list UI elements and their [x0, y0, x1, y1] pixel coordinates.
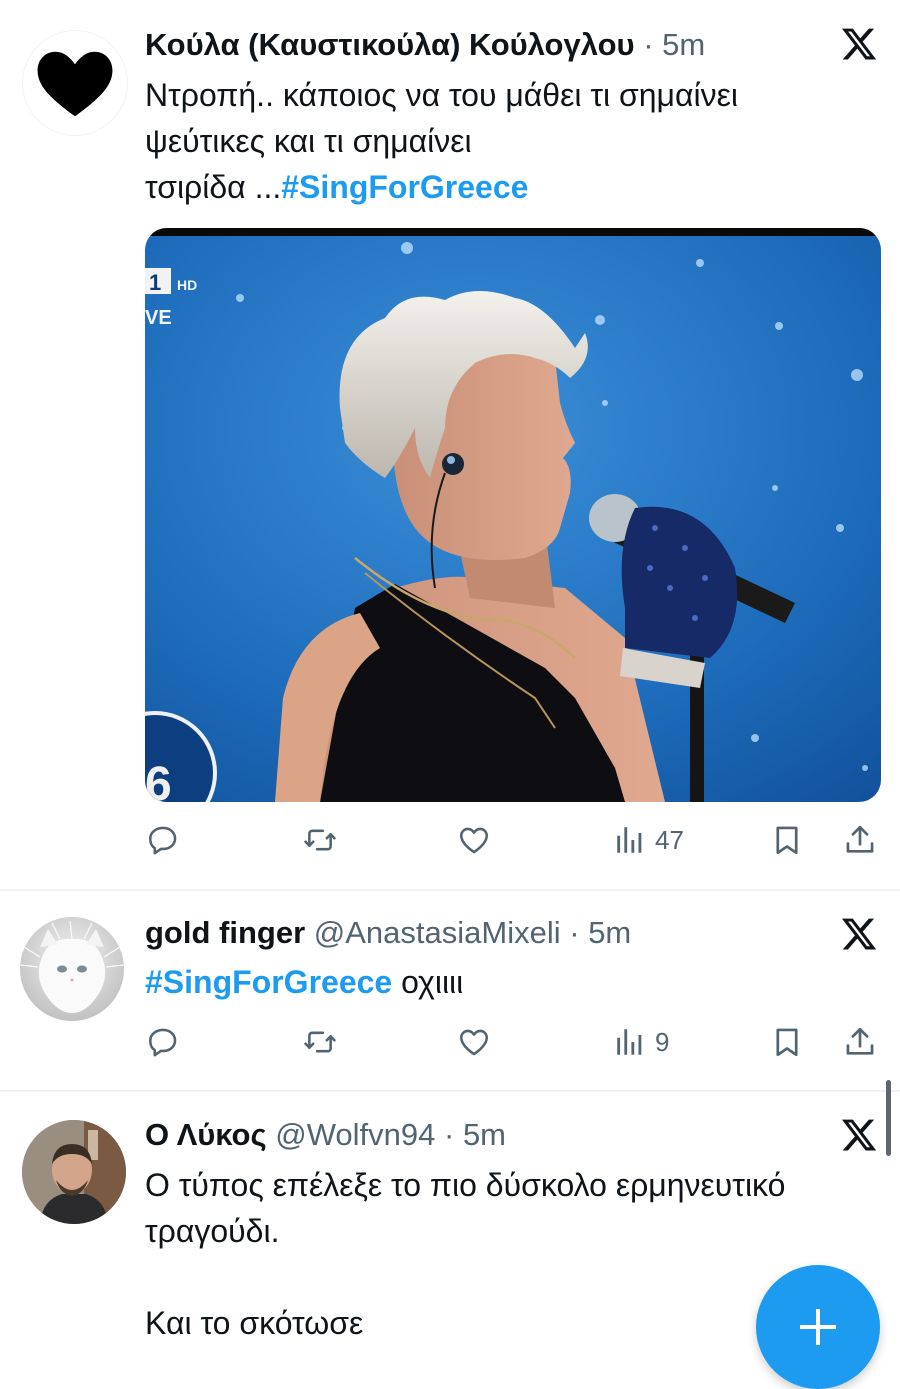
tweet-text-line: Ο τύπος επέλεξε το πιο δύσκολο ερμηνευτι…: [145, 1167, 786, 1203]
tweet-text-line: τραγούδι.: [145, 1213, 280, 1249]
bookmark-button[interactable]: [770, 1020, 804, 1064]
plus-icon: [800, 1309, 836, 1345]
retweet-icon: [303, 823, 337, 857]
bookmark-button[interactable]: [770, 818, 804, 862]
scrollbar-thumb[interactable]: [886, 1080, 891, 1156]
hashtag-link[interactable]: #SingForGreece: [281, 169, 528, 205]
person-photo: [22, 1120, 126, 1224]
tweet-text: #SingForGreece οχιιιι: [145, 959, 463, 1005]
timestamp[interactable]: 5m: [662, 27, 705, 62]
tweet-text-line: Ντροπή.. κάποιος να του μάθει τι σημαίνε…: [145, 77, 738, 113]
corner-number: 6: [145, 758, 172, 802]
hashtag-link[interactable]: #SingForGreece: [145, 964, 392, 1000]
display-name[interactable]: gold finger: [145, 915, 305, 950]
views-icon: [613, 1025, 647, 1059]
tweet-text-line: τσιρίδα ...#SingForGreece: [145, 164, 738, 210]
tweet-text-fragment: οχιιιι: [392, 964, 464, 1000]
like-button[interactable]: [457, 818, 491, 862]
tweet-1[interactable]: Κούλα (Καυστικούλα) Κούλογλου · 5m Ντροπ…: [0, 0, 900, 890]
heart-icon: [457, 823, 491, 857]
x-logo-icon: [840, 915, 878, 953]
black-heart-icon: [37, 51, 113, 117]
retweet-icon: [303, 1025, 337, 1059]
tweet-header: Κούλα (Καυστικούλα) Κούλογλου · 5m: [145, 23, 705, 67]
user-handle[interactable]: @AnastasiaMixeli: [314, 915, 561, 950]
views-count: 9: [655, 1026, 670, 1057]
white-cat-photo: [20, 917, 124, 1021]
share-icon: [843, 1025, 877, 1059]
live-label: VE: [145, 307, 172, 329]
tweet-text: Ο τύπος επέλεξε το πιο δύσκολο ερμηνευτι…: [145, 1162, 785, 1346]
retweet-button[interactable]: [303, 1020, 337, 1064]
avatar-person[interactable]: [22, 1120, 126, 1224]
singer-photo: 1 HD VE 6: [145, 228, 881, 802]
tweet-text-fragment: τσιρίδα ...: [145, 169, 282, 205]
user-handle[interactable]: @Wolfvn94: [275, 1117, 435, 1152]
x-logo-icon: [840, 1116, 878, 1154]
tweet-2[interactable]: gold finger @AnastasiaMixeli · 5m #SingF…: [0, 891, 900, 1089]
heart-icon: [457, 1025, 491, 1059]
channel-number: 1: [149, 270, 161, 295]
tweet-media-image[interactable]: 1 HD VE 6: [145, 228, 881, 802]
bookmark-icon: [770, 1025, 804, 1059]
tweet-text-line: Και το σκότωσε: [145, 1305, 364, 1341]
reply-icon: [146, 823, 180, 857]
separator-dot: ·: [435, 1117, 463, 1152]
reply-icon: [146, 1025, 180, 1059]
views-button[interactable]: 9: [613, 1020, 669, 1064]
timestamp[interactable]: 5m: [588, 915, 631, 950]
share-button[interactable]: [843, 1020, 877, 1064]
compose-button[interactable]: [756, 1265, 880, 1389]
share-icon: [843, 823, 877, 857]
views-icon: [613, 823, 647, 857]
channel-hd: HD: [177, 277, 197, 293]
tweet-header: gold finger @AnastasiaMixeli · 5m: [145, 911, 631, 955]
like-button[interactable]: [457, 1020, 491, 1064]
tweet-actions: 47: [0, 818, 900, 862]
display-name[interactable]: Κούλα (Καυστικούλα) Κούλογλου: [145, 27, 635, 62]
tweet-actions: 9: [0, 1020, 900, 1064]
separator-dot: ·: [560, 915, 589, 950]
views-button[interactable]: 47: [613, 818, 684, 862]
bookmark-icon: [770, 823, 804, 857]
separator-dot: ·: [634, 27, 663, 62]
tweet-text: Ντροπή.. κάποιος να του μάθει τι σημαίνε…: [145, 72, 738, 210]
tweet-text-line: ψεύτικες και τι σημαίνει: [145, 123, 472, 159]
retweet-button[interactable]: [303, 818, 337, 862]
share-button[interactable]: [843, 818, 877, 862]
reply-button[interactable]: [146, 1020, 180, 1064]
display-name[interactable]: Ο Λύκος: [145, 1117, 267, 1152]
avatar-black-heart[interactable]: [22, 30, 128, 136]
views-count: 47: [655, 824, 684, 855]
reply-button[interactable]: [146, 818, 180, 862]
tweet-text-spacer: [145, 1254, 785, 1300]
avatar-white-cat[interactable]: [20, 917, 124, 1021]
timestamp[interactable]: 5m: [463, 1117, 506, 1152]
tweet-header: Ο Λύκος @Wolfvn94 · 5m: [145, 1113, 506, 1157]
x-logo-icon: [840, 25, 878, 63]
